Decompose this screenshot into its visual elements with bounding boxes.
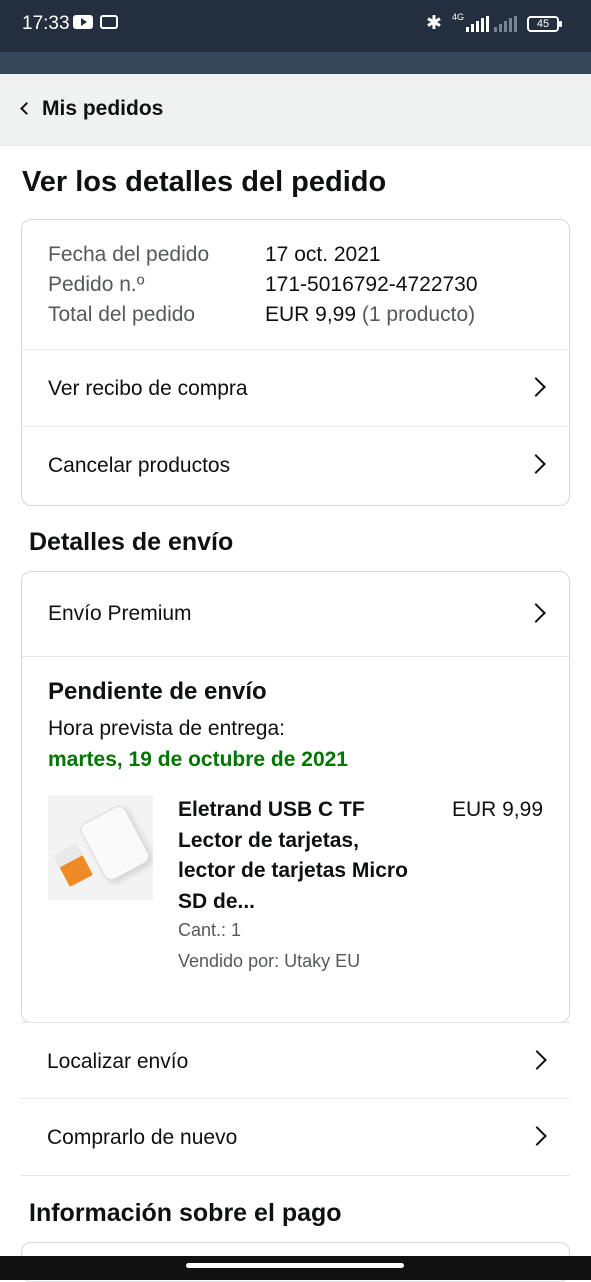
chevron-right-icon [526,377,546,397]
chevron-right-icon [527,1050,547,1070]
cancel-items-label: Cancelar productos [48,454,231,477]
payment-heading: Información sobre el pago [29,1199,342,1227]
track-package-row[interactable]: Localizar envío [21,1022,570,1099]
order-number-value: 171-5016792-4722730 [265,273,478,296]
back-navigation[interactable]: Mis pedidos [0,74,591,146]
system-nav-bar [0,1256,591,1280]
chevron-right-icon [526,603,546,623]
order-item-count: (1 producto) [361,303,476,326]
home-indicator[interactable] [186,1263,404,1268]
chevron-right-icon [527,1126,547,1146]
order-summary-card: Fecha del pedido 17 oct. 2021 Pedido n.º… [21,219,570,506]
view-receipt-label: Ver recibo de compra [48,377,248,400]
status-time: 17:33 [22,13,70,34]
order-date-label: Fecha del pedido [48,243,210,266]
product-price: EUR 9,99 [451,798,543,821]
delivery-estimate-date: martes, 19 de octubre de 2021 [48,748,348,771]
shipping-card: Envío Premium Pendiente de envío Hora pr… [21,571,570,1023]
order-date-row: Fecha del pedido 17 oct. 2021 [48,240,543,270]
status-bar: 17:33 ✱ 4G 45 [0,0,591,52]
order-number-label: Pedido n.º [48,273,145,296]
product-quantity: Cant.: 1 [178,920,242,940]
order-number-row: Pedido n.º 171-5016792-4722730 [48,270,543,300]
order-total-value-group: EUR 9,99 (1 producto) [265,300,475,330]
shipping-method-label: Envío Premium [48,602,192,625]
product-image[interactable] [48,795,153,900]
view-receipt-row[interactable]: Ver recibo de compra [22,350,569,427]
page-title: Ver los detalles del pedido [22,166,387,198]
buy-again-label: Comprarlo de nuevo [47,1126,238,1149]
order-total-row: Total del pedido EUR 9,99 (1 producto) [48,300,543,330]
notification-icon [100,15,118,29]
back-link[interactable]: Mis pedidos [42,97,163,121]
delivery-estimate-label: Hora prevista de entrega: [48,717,285,740]
order-total-value: EUR 9,99 [265,303,357,326]
bluetooth-icon: ✱ [426,13,442,34]
shipping-heading: Detalles de envío [29,528,234,556]
shipping-method-row[interactable]: Envío Premium [22,572,569,657]
signal-icon [466,16,489,32]
youtube-icon [73,15,93,29]
back-chevron-icon[interactable] [20,102,33,115]
cancel-items-row[interactable]: Cancelar productos [22,427,569,504]
signal-secondary-icon [494,16,517,32]
chevron-right-icon [526,454,546,474]
shipment-status: Pendiente de envío [48,678,267,705]
product-seller: Vendido por: Utaky EU [178,951,361,971]
order-total-label: Total del pedido [48,303,196,326]
battery-icon: 45 [527,16,562,32]
app-header-strip [0,52,591,74]
order-summary: Fecha del pedido 17 oct. 2021 Pedido n.º… [22,220,569,350]
buy-again-row[interactable]: Comprarlo de nuevo [21,1099,570,1176]
order-date-value: 17 oct. 2021 [265,243,381,266]
sd-card-graphic [53,843,93,887]
product-title[interactable]: Eletrand USB C TF Lector de tarjetas, le… [178,795,408,917]
network-type: 4G [452,12,465,22]
track-package-label: Localizar envío [47,1050,189,1073]
